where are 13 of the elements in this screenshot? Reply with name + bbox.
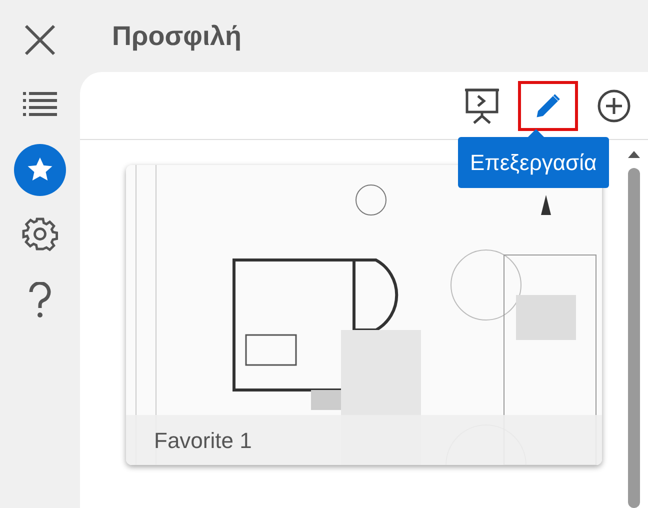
scrollbar-thumb[interactable]: [628, 168, 640, 508]
page-title: Προσφιλή: [112, 20, 242, 53]
settings-icon[interactable]: [22, 216, 58, 252]
list-icon[interactable]: [23, 91, 57, 117]
scroll-up-icon[interactable]: [628, 150, 640, 158]
favorite-name: Favorite 1: [154, 426, 252, 454]
add-icon: [597, 88, 631, 122]
help-icon[interactable]: [29, 282, 51, 318]
close-icon[interactable]: [24, 24, 56, 56]
nav-item[interactable]: [14, 144, 66, 196]
tooltip-arrow: [528, 129, 544, 137]
edit-button[interactable]: [518, 80, 578, 130]
presentation-icon: [465, 88, 499, 124]
